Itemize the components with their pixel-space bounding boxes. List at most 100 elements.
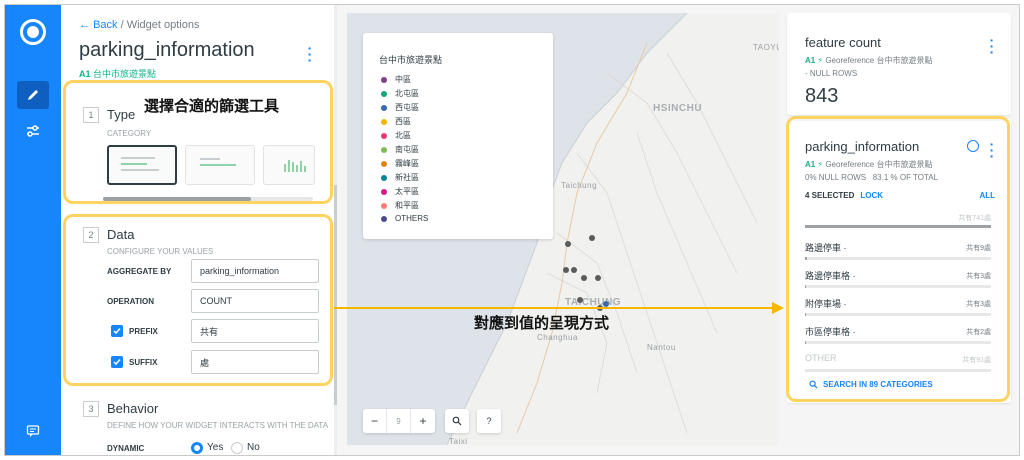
annotation-arrow-label: 對應到值的呈現方式: [474, 315, 610, 332]
zoom-out-button[interactable]: −: [363, 409, 387, 433]
widget-editor-panel: ← Back / Widget options parking_informat…: [61, 5, 337, 455]
widget-title[interactable]: parking_information: [79, 39, 255, 62]
widget-title: feature count: [805, 35, 881, 50]
category-value: 共有91處: [962, 357, 991, 364]
operation-select[interactable]: COUNT: [191, 289, 319, 313]
map-point[interactable]: [565, 241, 571, 247]
layer-name: 台中市旅遊景點: [93, 69, 157, 79]
type-option-formula[interactable]: [185, 145, 255, 185]
chat-icon[interactable]: [17, 417, 49, 445]
type-option-category[interactable]: [107, 145, 177, 185]
map-point[interactable]: [577, 297, 583, 303]
suffix-checkbox[interactable]: [111, 356, 123, 368]
section-number: 2: [83, 227, 99, 243]
map-point[interactable]: [595, 275, 601, 281]
category-value: 共有3處: [966, 301, 991, 308]
map-label: Taixi: [449, 437, 468, 445]
category-item[interactable]: 附停車場 ·: [805, 297, 847, 310]
map-canvas[interactable]: TAOYU HSINCHU Taichung Changhua Nantou T…: [347, 13, 779, 445]
all-link[interactable]: ALL: [979, 191, 995, 200]
feature-count-widget: feature count · · · A1 ⚡ Georeference 台中市旅…: [787, 13, 1011, 115]
layer-subtitle: A1 台中市旅遊景點: [79, 67, 156, 80]
more-options-icon[interactable]: · · ·: [307, 41, 313, 67]
null-rows: - NULL ROWS: [805, 69, 858, 78]
map-label: Changhua: [537, 333, 578, 342]
suffix-input[interactable]: 處: [191, 350, 319, 374]
lock-link[interactable]: LOCK: [860, 191, 883, 200]
section-number: 3: [83, 401, 99, 417]
color-by-icon[interactable]: [967, 140, 979, 152]
map-legend: 台中市旅遊景點 中區 北屯區 西屯區 西區 北區 南屯區 霧峰區 新社區 太平區…: [363, 33, 553, 239]
map-point[interactable]: [589, 235, 595, 241]
zoom-level: 9: [387, 409, 411, 433]
category-value: 共有3處: [966, 273, 991, 280]
map-point[interactable]: [581, 275, 587, 281]
feature-count-value: 843: [805, 85, 839, 107]
selection-summary: 4 SELECTED LOCK: [805, 191, 884, 200]
dynamic-yes-radio[interactable]: [191, 442, 203, 454]
section-hint-type: CATEGORY: [107, 129, 152, 138]
type-scrollbar[interactable]: [103, 197, 313, 201]
sliders-icon[interactable]: [17, 117, 49, 145]
dynamic-no-label: No: [247, 442, 260, 453]
map-point[interactable]: [563, 267, 569, 273]
type-option-histogram[interactable]: [263, 145, 315, 185]
legend-item: 和平區: [381, 200, 419, 211]
category-value: 共有2處: [966, 329, 991, 336]
category-item[interactable]: 路邊停車 ·: [805, 241, 847, 254]
dynamic-yes-label: Yes: [207, 442, 224, 453]
legend-item: 中區: [381, 74, 411, 85]
widgets-panel: feature count · · · A1 ⚡ Georeference 台中市旅…: [787, 13, 1011, 449]
section-title-type: Type: [107, 107, 136, 122]
map-label: Nantou: [647, 343, 676, 352]
back-link[interactable]: ← Back: [79, 19, 118, 31]
help-button[interactable]: ?: [477, 409, 501, 433]
layer-tag: A1: [79, 69, 91, 79]
annotation-type: 選擇合適的篩選工具: [144, 98, 280, 115]
category-item-other[interactable]: OTHER: [805, 353, 837, 363]
map-label: TAICHUNG: [565, 297, 622, 308]
section-hint-data: CONFIGURE YOUR VALUES: [107, 247, 214, 256]
map-point[interactable]: [571, 267, 577, 273]
legend-item: 北屯區: [381, 88, 419, 99]
breadcrumb: ← Back / Widget options: [79, 19, 199, 31]
total-note: 共有741處: [958, 215, 991, 222]
more-options-icon[interactable]: · · ·: [989, 33, 995, 59]
legend-item: 新社區: [381, 172, 419, 183]
section-title-data: Data: [107, 227, 135, 242]
search-icon[interactable]: [445, 409, 469, 433]
search-categories-link[interactable]: SEARCH IN 89 CATEGORIES: [809, 380, 933, 389]
search-icon: [809, 380, 818, 389]
legend-item: OTHERS: [381, 214, 428, 223]
category-item[interactable]: 路邊停車格 ·: [805, 269, 856, 282]
category-item[interactable]: 市區停車格 ·: [805, 325, 856, 338]
widget-title: parking_information: [805, 139, 920, 154]
prefix-checkbox[interactable]: [111, 325, 123, 337]
breadcrumb-current: / Widget options: [120, 19, 200, 31]
suffix-label: SUFFIX: [129, 358, 158, 367]
aggregate-by-select[interactable]: parking_information: [191, 259, 319, 283]
category-widget: parking_information · · · A1 ⚡ Georeferenc…: [787, 121, 1011, 403]
logo-icon[interactable]: [20, 19, 46, 45]
map-label: HSINCHU: [653, 103, 703, 114]
app-frame: ← Back / Widget options parking_informat…: [4, 4, 1020, 456]
more-options-icon[interactable]: · · ·: [989, 137, 995, 163]
operation-label: OPERATION: [107, 297, 154, 306]
zoom-in-button[interactable]: +: [411, 409, 435, 433]
legend-title: 台中市旅遊景點: [379, 55, 443, 65]
category-bar: [805, 257, 991, 260]
dynamic-label: DYNAMIC: [107, 444, 145, 453]
prefix-input[interactable]: 共有: [191, 319, 319, 343]
editor-scrollbar[interactable]: [334, 5, 337, 455]
legend-item: 南屯區: [381, 144, 419, 155]
map-point[interactable]: [603, 301, 609, 307]
category-bar: [805, 341, 991, 344]
map-label: Taichung: [561, 181, 598, 190]
pencil-icon[interactable]: [17, 81, 49, 109]
map-point[interactable]: [597, 305, 603, 311]
map-label: TAOYU: [753, 43, 779, 52]
legend-item: 北區: [381, 130, 411, 141]
category-bar: [805, 285, 991, 288]
total-bar: [805, 225, 991, 228]
dynamic-no-radio[interactable]: [231, 442, 243, 454]
